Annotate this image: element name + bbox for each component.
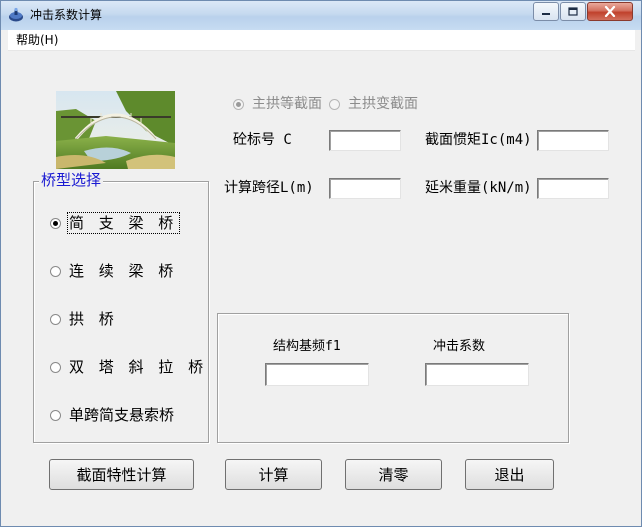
app-window: 冲击系数计算 帮助(H) 主拱等截面 主拱变截面 砼标号 C 截面惯矩Ic(m4… xyxy=(0,0,642,527)
frequency-field[interactable] xyxy=(265,363,369,386)
radio-variable-section-label: 主拱变截面 xyxy=(348,96,418,112)
unit-weight-input[interactable] xyxy=(538,180,608,200)
inertia-moment-label: 截面惯矩Ic(m4) xyxy=(425,132,532,148)
radio-suspension[interactable]: 单跨简支悬索桥 xyxy=(50,406,174,424)
frequency-label: 结构基频f1 xyxy=(273,339,341,354)
close-icon xyxy=(604,6,616,17)
maximize-button[interactable] xyxy=(560,2,586,21)
impact-factor-field[interactable] xyxy=(425,363,529,386)
span-length-input[interactable] xyxy=(330,180,400,200)
exit-button[interactable]: 退出 xyxy=(465,459,554,490)
inertia-moment-field[interactable] xyxy=(537,130,609,152)
inertia-moment-input[interactable] xyxy=(538,132,608,152)
calculate-button[interactable]: 计算 xyxy=(225,459,322,490)
window-title: 冲击系数计算 xyxy=(30,8,103,22)
radio-indicator xyxy=(50,265,61,277)
radio-variable-section[interactable]: 主拱变截面 xyxy=(329,95,418,113)
radio-indicator xyxy=(329,98,340,110)
minimize-icon xyxy=(542,12,550,15)
concrete-grade-field[interactable] xyxy=(329,130,401,152)
radio-simply-supported-label: 简 支 梁 桥 xyxy=(66,212,181,234)
span-length-label: 计算跨径L(m) xyxy=(224,180,314,196)
bridge-photo xyxy=(56,91,175,169)
impact-factor-label: 冲击系数 xyxy=(433,339,486,354)
radio-indicator xyxy=(50,409,61,421)
radio-continuous-beam[interactable]: 连 续 梁 桥 xyxy=(50,262,178,280)
concrete-grade-label: 砼标号 C xyxy=(233,132,292,148)
span-length-field[interactable] xyxy=(329,178,401,200)
concrete-grade-input[interactable] xyxy=(330,132,400,152)
section-calc-button[interactable]: 截面特性计算 xyxy=(49,459,194,490)
radio-cable-stayed-label: 双 塔 斜 拉 桥 xyxy=(69,358,209,376)
clear-button[interactable]: 清零 xyxy=(345,459,442,490)
radio-continuous-beam-label: 连 续 梁 桥 xyxy=(69,262,179,280)
radio-indicator xyxy=(50,313,61,325)
bridge-type-legend: 桥型选择 xyxy=(39,171,104,189)
radio-equal-section[interactable]: 主拱等截面 xyxy=(233,95,322,113)
impact-factor-output[interactable] xyxy=(426,364,528,386)
app-icon xyxy=(9,7,23,22)
radio-indicator xyxy=(50,361,61,373)
close-button[interactable] xyxy=(587,2,633,21)
maximize-icon xyxy=(568,7,578,16)
title-bar[interactable]: 冲击系数计算 xyxy=(1,1,641,30)
menu-bar: 帮助(H) xyxy=(8,30,635,51)
dialog-client-area: 主拱等截面 主拱变截面 砼标号 C 截面惯矩Ic(m4) 计算跨径L(m) 延米… xyxy=(8,51,635,521)
menu-help[interactable]: 帮助(H) xyxy=(16,33,58,47)
radio-equal-section-label: 主拱等截面 xyxy=(252,96,322,112)
radio-indicator xyxy=(233,98,244,110)
radio-arch[interactable]: 拱 桥 xyxy=(50,310,119,328)
radio-cable-stayed[interactable]: 双 塔 斜 拉 桥 xyxy=(50,358,208,376)
minimize-button[interactable] xyxy=(533,2,559,21)
unit-weight-field[interactable] xyxy=(537,178,609,200)
frequency-output[interactable] xyxy=(266,364,368,386)
radio-simply-supported[interactable]: 简 支 梁 桥 xyxy=(50,212,181,234)
radio-suspension-label: 单跨简支悬索桥 xyxy=(69,406,175,424)
radio-indicator xyxy=(50,217,61,229)
radio-arch-label: 拱 桥 xyxy=(69,310,119,328)
unit-weight-label: 延米重量(kN/m) xyxy=(425,180,532,196)
